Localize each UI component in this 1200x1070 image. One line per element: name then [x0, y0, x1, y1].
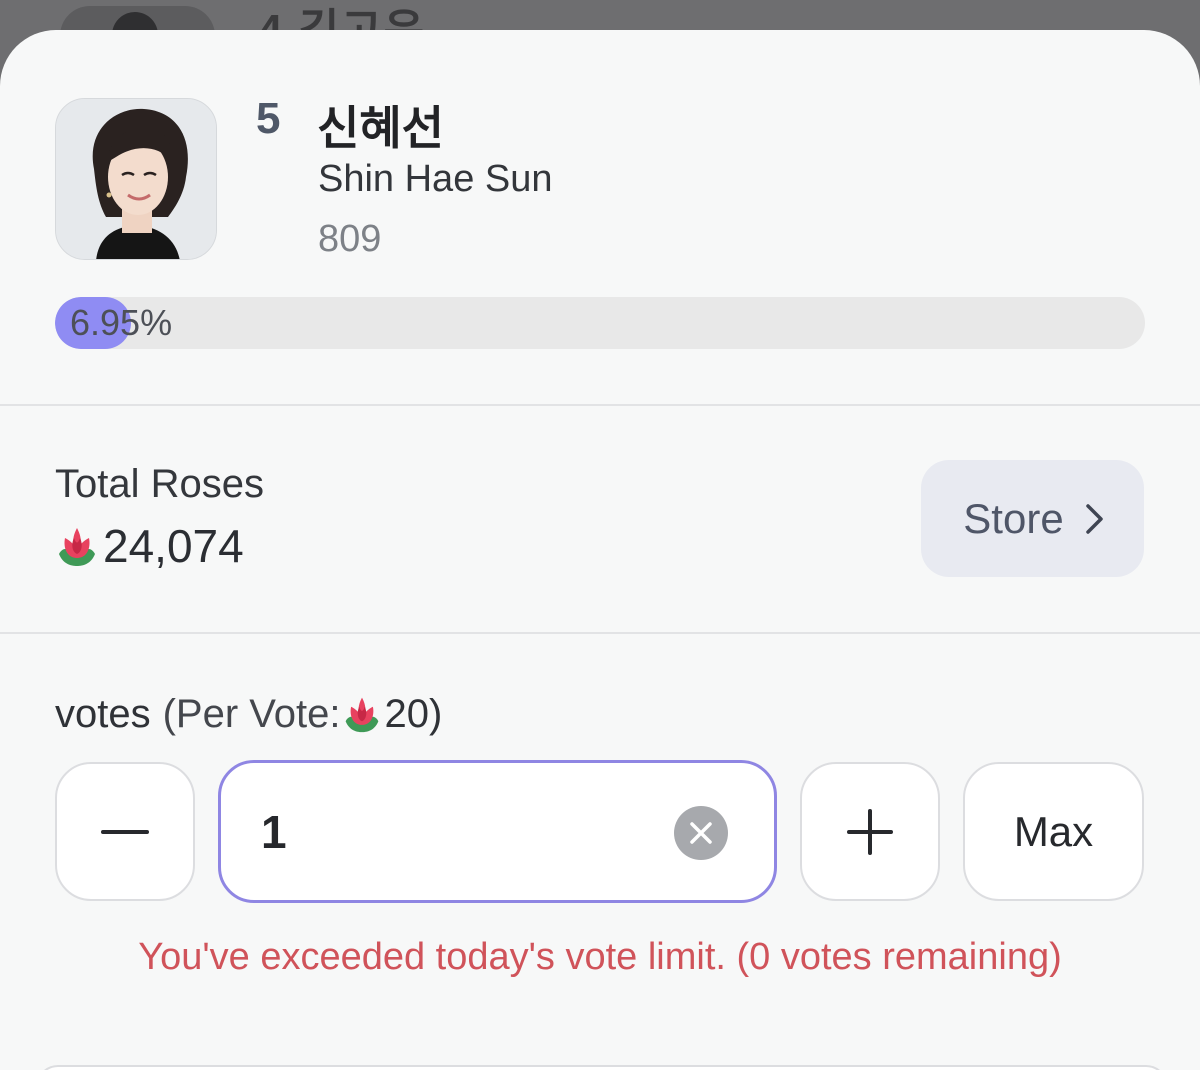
vote-share-progress-bar	[55, 297, 1145, 349]
vote-bottom-sheet: 5 신혜선 Shin Hae Sun 809 6.95% Total Roses…	[0, 30, 1200, 1070]
vote-count-field	[218, 760, 777, 903]
minus-icon	[101, 829, 149, 834]
rose-icon	[346, 697, 379, 733]
candidate-name-english: Shin Hae Sun	[318, 158, 553, 200]
candidate-rank: 5	[256, 94, 281, 143]
max-button-label: Max	[1013, 807, 1094, 855]
total-roses-title: Total Roses	[55, 462, 264, 506]
decrease-votes-button[interactable]	[55, 762, 195, 901]
vote-share-percent: 6.95%	[70, 302, 173, 343]
section-divider	[0, 632, 1200, 634]
vote-limit-error: You've exceeded today's vote limit. (0 v…	[138, 936, 1062, 978]
close-icon	[690, 822, 712, 844]
store-button-label: Store	[963, 494, 1064, 542]
votes-label: votes	[55, 691, 151, 736]
candidate-portrait	[56, 99, 216, 259]
votes-heading: votes (Per Vote: 20)	[55, 686, 442, 742]
candidate-avatar	[55, 98, 217, 260]
vote-count-input[interactable]	[261, 793, 661, 871]
max-votes-button[interactable]: Max	[963, 762, 1144, 901]
total-roses-amount: 24,074	[103, 520, 244, 572]
rose-icon	[59, 528, 95, 566]
section-divider	[0, 404, 1200, 406]
per-vote-amount: 20)	[384, 691, 443, 736]
total-roses-balance: 24,074	[55, 518, 244, 574]
bottom-button-edge[interactable]	[36, 1065, 1168, 1070]
plus-icon	[847, 808, 893, 855]
chevron-right-icon	[1085, 503, 1103, 534]
per-vote-prefix: (Per Vote:	[162, 691, 341, 736]
increase-votes-button[interactable]	[800, 762, 940, 901]
clear-input-button[interactable]	[674, 806, 728, 860]
candidate-name-korean: 신혜선	[317, 102, 444, 154]
store-button[interactable]: Store	[921, 460, 1144, 577]
candidate-vote-count: 809	[318, 218, 382, 260]
